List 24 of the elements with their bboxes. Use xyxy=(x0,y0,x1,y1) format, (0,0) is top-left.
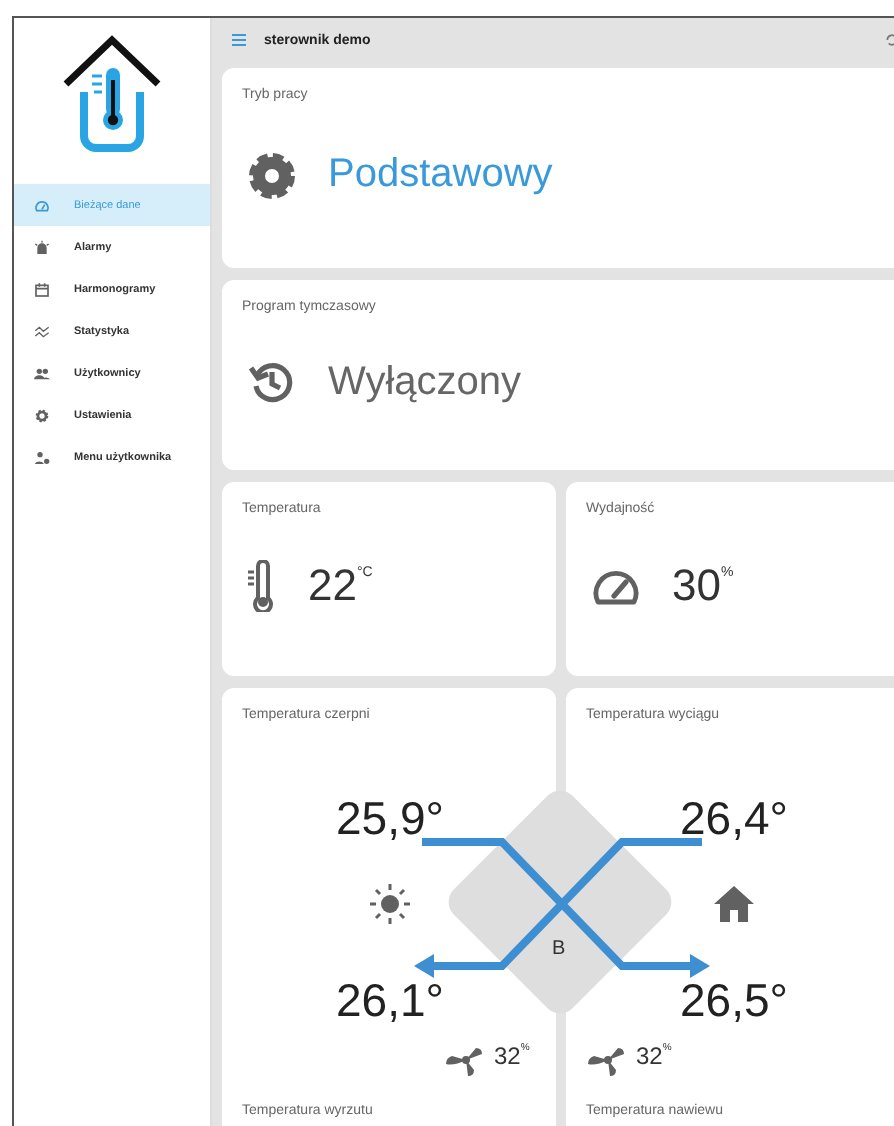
menu-icon[interactable] xyxy=(232,34,246,46)
supply-temperature: 26,5° xyxy=(680,978,788,1024)
intake-temperature: 25,9° xyxy=(336,796,444,842)
gauge-icon xyxy=(34,197,50,213)
program-value: Wyłączony xyxy=(328,359,522,405)
gear-icon xyxy=(248,151,296,199)
sun-icon xyxy=(370,884,410,924)
bypass-label: B xyxy=(552,938,566,960)
user-settings-icon xyxy=(34,449,50,465)
fan-icon xyxy=(586,1042,630,1078)
chart-line-icon xyxy=(34,323,50,339)
extract-temperature: 26,4° xyxy=(680,796,788,842)
house-thermometer-logo xyxy=(58,32,166,156)
history-icon xyxy=(248,358,296,406)
speedometer-icon xyxy=(592,566,640,606)
house-icon xyxy=(714,886,754,922)
calendar-icon xyxy=(34,281,50,297)
mode-value: Podstawowy xyxy=(328,152,553,198)
settings-icon xyxy=(34,407,50,423)
exhaust-temperature: 26,1° xyxy=(336,978,444,1024)
users-icon xyxy=(34,365,50,381)
alarm-icon xyxy=(34,239,50,255)
fan-icon xyxy=(444,1042,488,1078)
thermometer-icon xyxy=(248,560,276,612)
